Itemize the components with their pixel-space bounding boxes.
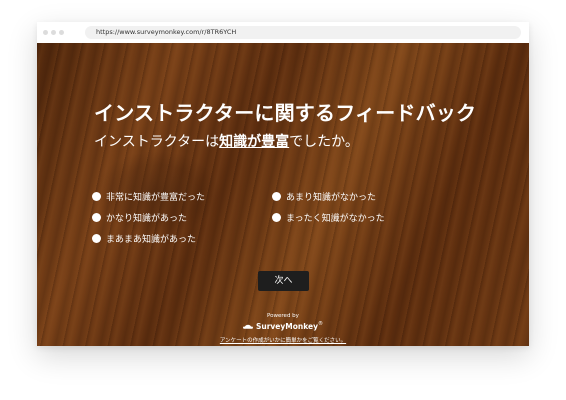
question-text: インストラクターは知識が豊富でしたか。 xyxy=(94,131,359,151)
question-suffix: でしたか。 xyxy=(289,134,359,150)
question-keyword: 知識が豊富 xyxy=(219,134,290,150)
option-label: あまり知識がなかった xyxy=(286,192,377,203)
learn-more-link[interactable]: アンケートの作成がいかに簡単かをご覧ください。 xyxy=(37,336,529,344)
surveymonkey-logo-icon xyxy=(243,324,253,329)
option-label: かなり知識があった xyxy=(106,213,188,224)
answer-option-somewhat-knowledgeable[interactable]: まあまあ知識があった xyxy=(92,231,196,245)
survey-background: インストラクターに関するフィードバック インストラクターは知識が豊富でしたか。 … xyxy=(37,43,529,346)
surveymonkey-logo[interactable]: SurveyMonkey ® xyxy=(243,321,323,331)
radio-button[interactable] xyxy=(92,191,101,201)
powered-by-text: Powered by xyxy=(267,313,299,319)
option-label: まったく知識がなかった xyxy=(286,213,385,224)
window-control-dot[interactable] xyxy=(59,30,64,35)
radio-button[interactable] xyxy=(272,212,281,222)
radio-button[interactable] xyxy=(272,191,281,201)
window-control-dot[interactable] xyxy=(51,30,56,35)
radio-button[interactable] xyxy=(92,212,101,222)
answer-option-fairly-knowledgeable[interactable]: かなり知識があった xyxy=(92,210,187,224)
brand-name: SurveyMonkey xyxy=(255,321,318,331)
option-label: まあまあ知識があった xyxy=(106,234,197,245)
next-button[interactable]: 次へ xyxy=(258,271,309,291)
browser-toolbar: https://www.surveymonkey.com/r/8TR6YCH xyxy=(37,22,529,44)
answer-option-very-knowledgeable[interactable]: 非常に知識が豊富だった xyxy=(92,189,205,203)
survey-page: インストラクターに関するフィードバック インストラクターは知識が豊富でしたか。 … xyxy=(37,43,529,346)
question-prefix: インストラクターは xyxy=(94,134,220,150)
browser-window: https://www.surveymonkey.com/r/8TR6YCH イ… xyxy=(37,22,529,346)
answer-option-not-knowledgeable[interactable]: まったく知識がなかった xyxy=(272,210,385,224)
trademark-symbol: ® xyxy=(318,321,323,327)
answer-option-not-very-knowledgeable[interactable]: あまり知識がなかった xyxy=(272,189,376,203)
address-bar[interactable]: https://www.surveymonkey.com/r/8TR6YCH xyxy=(85,26,521,39)
radio-button[interactable] xyxy=(92,233,101,243)
learn-more-link-text[interactable]: アンケートの作成がいかに簡単かをご覧ください。 xyxy=(220,338,346,344)
window-control-dot[interactable] xyxy=(43,30,48,35)
option-label: 非常に知識が豊富だった xyxy=(106,192,206,203)
survey-title: インストラクターに関するフィードバック xyxy=(94,101,477,125)
